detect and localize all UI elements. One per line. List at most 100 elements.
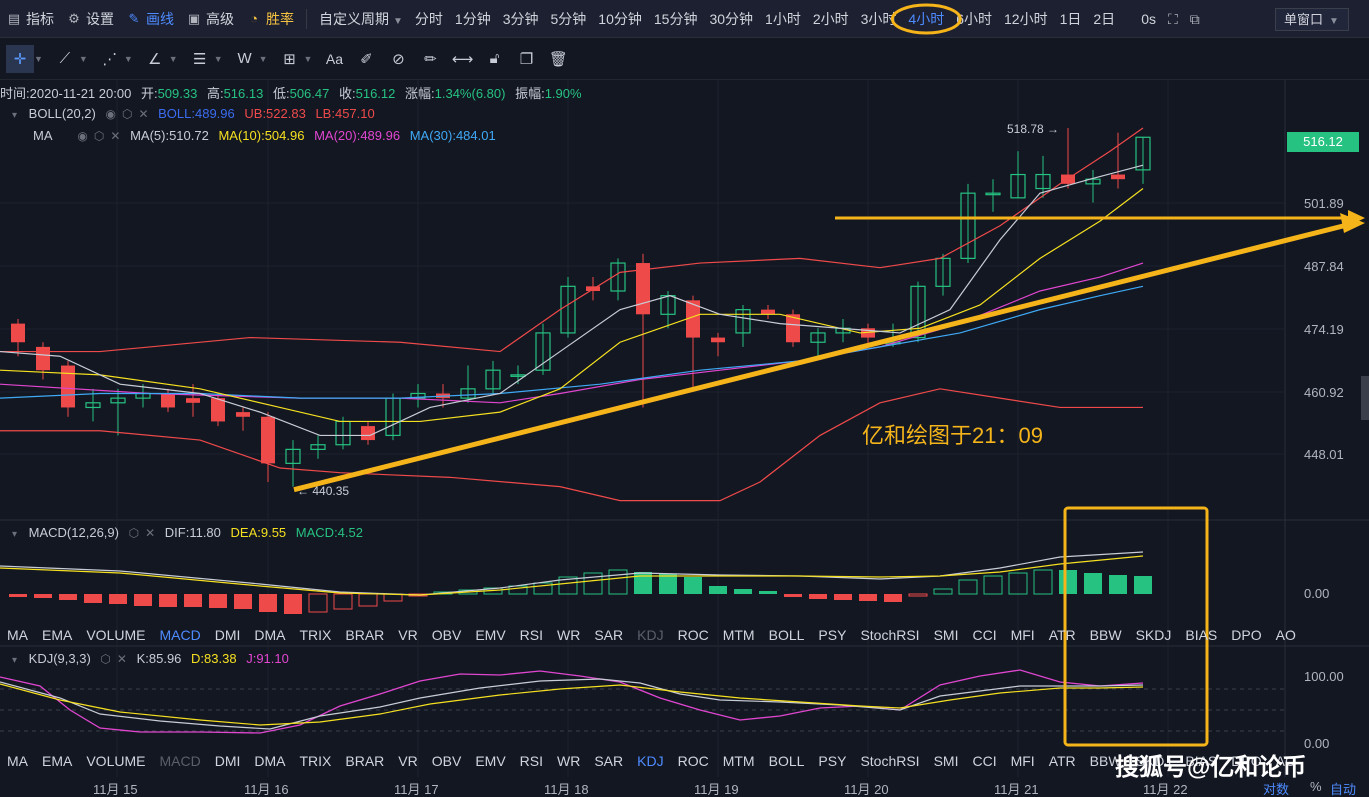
- tab-wr[interactable]: WR: [550, 627, 587, 643]
- wave-tool-icon[interactable]: W: [231, 45, 259, 73]
- tab-mfi[interactable]: MFI: [1004, 627, 1042, 643]
- indicators-button[interactable]: ▤ 指标: [0, 0, 60, 38]
- trash-icon[interactable]: 🗑︎: [544, 45, 572, 73]
- period-6[interactable]: 30分钟: [703, 0, 759, 38]
- tab-dpo[interactable]: DPO: [1224, 627, 1268, 643]
- close-icon[interactable]: ✕: [138, 107, 148, 121]
- period-11[interactable]: 6小时: [950, 0, 998, 38]
- tab-vr[interactable]: VR: [391, 627, 424, 643]
- tab-roc[interactable]: ROC: [671, 627, 716, 643]
- chevron-down-icon[interactable]: ▾: [12, 529, 17, 540]
- tab-stochrsi[interactable]: StochRSI: [853, 627, 926, 643]
- tab-cci[interactable]: CCI: [965, 753, 1003, 769]
- macd-name[interactable]: MACD(12,26,9): [29, 525, 119, 540]
- close-icon[interactable]: ✕: [110, 129, 120, 143]
- tab-sar[interactable]: SAR: [587, 627, 630, 643]
- chevron-down-icon[interactable]: ▼: [34, 54, 43, 64]
- tab-wr[interactable]: WR: [550, 753, 587, 769]
- brush-tool-icon[interactable]: ✐: [352, 45, 380, 73]
- chevron-down-icon[interactable]: ▼: [124, 54, 133, 64]
- chart-area[interactable]: 时间:2020-11-21 20:00 开:509.33 高:516.13 低:…: [0, 80, 1369, 797]
- tab-volume[interactable]: VOLUME: [79, 753, 152, 769]
- measure-tool-icon[interactable]: ⟷: [448, 45, 476, 73]
- gear-icon[interactable]: ⬡: [122, 107, 132, 121]
- tab-sar[interactable]: SAR: [587, 753, 630, 769]
- tab-dma[interactable]: DMA: [247, 627, 292, 643]
- tab-psy[interactable]: PSY: [811, 753, 853, 769]
- tab-macd[interactable]: MACD: [152, 753, 207, 769]
- popout-icon[interactable]: ⧉: [1184, 0, 1206, 38]
- tab-trix[interactable]: TRIX: [293, 627, 339, 643]
- winrate-button[interactable]: ◔ 胜率: [240, 0, 300, 38]
- tab-brar[interactable]: BRAR: [338, 627, 391, 643]
- period-12[interactable]: 12小时: [998, 0, 1054, 38]
- period-14[interactable]: 2日: [1087, 0, 1121, 38]
- tab-emv[interactable]: EMV: [468, 627, 512, 643]
- period-9[interactable]: 3小时: [855, 0, 903, 38]
- close-icon[interactable]: ✕: [145, 526, 155, 540]
- period-0[interactable]: 分时: [409, 0, 449, 38]
- text-tool-icon[interactable]: Aa: [320, 45, 348, 73]
- tab-mtm[interactable]: MTM: [716, 627, 762, 643]
- tab-dmi[interactable]: DMI: [208, 753, 248, 769]
- crosshair-tool-icon[interactable]: ✛: [6, 44, 34, 73]
- tab-rsi[interactable]: RSI: [513, 627, 550, 643]
- close-icon[interactable]: ✕: [117, 652, 127, 666]
- tab-atr[interactable]: ATR: [1042, 627, 1083, 643]
- advanced-button[interactable]: ▣ 高级: [180, 0, 240, 38]
- boll-name[interactable]: BOLL(20,2): [29, 106, 96, 121]
- draw-button[interactable]: ✎ 画线: [120, 0, 180, 38]
- tab-kdj[interactable]: KDJ: [630, 753, 670, 769]
- tab-emv[interactable]: EMV: [468, 753, 512, 769]
- period-8[interactable]: 2小时: [807, 0, 855, 38]
- ruler-tool-icon[interactable]: ✏: [416, 45, 444, 73]
- tab-brar[interactable]: BRAR: [338, 753, 391, 769]
- tab-roc[interactable]: ROC: [671, 753, 716, 769]
- tab-volume[interactable]: VOLUME: [79, 627, 152, 643]
- period-1[interactable]: 1分钟: [449, 0, 497, 38]
- rectangle-tool-icon[interactable]: ⊞: [276, 45, 304, 73]
- angle-tool-icon[interactable]: ∠: [141, 45, 169, 73]
- tab-smi[interactable]: SMI: [927, 627, 966, 643]
- period-3[interactable]: 5分钟: [545, 0, 593, 38]
- tab-bbw[interactable]: BBW: [1083, 627, 1129, 643]
- chevron-down-icon[interactable]: ▼: [79, 54, 88, 64]
- chevron-down-icon[interactable]: ▾: [12, 655, 17, 666]
- tab-dma[interactable]: DMA: [247, 753, 292, 769]
- chevron-down-icon[interactable]: ▼: [304, 54, 313, 64]
- tab-obv[interactable]: OBV: [425, 627, 469, 643]
- gear-icon[interactable]: ⬡: [129, 526, 139, 540]
- trendline-tool-icon[interactable]: ⟋: [51, 45, 79, 73]
- period-4[interactable]: 10分钟: [592, 0, 648, 38]
- tab-trix[interactable]: TRIX: [293, 753, 339, 769]
- settings-button[interactable]: ⚙ 设置: [60, 0, 120, 38]
- drawing-annotation[interactable]: 亿和绘图于21：09: [862, 418, 1043, 450]
- tab-ma[interactable]: MA: [0, 627, 35, 643]
- tab-ao[interactable]: AO: [1269, 627, 1303, 643]
- tab-obv[interactable]: OBV: [425, 753, 469, 769]
- ma-name[interactable]: MA: [33, 128, 52, 143]
- tab-stochrsi[interactable]: StochRSI: [853, 753, 926, 769]
- gear-icon[interactable]: ⬡: [100, 652, 110, 666]
- tab-smi[interactable]: SMI: [927, 753, 966, 769]
- fullscreen-icon[interactable]: ⛶: [1162, 0, 1184, 38]
- window-mode-select[interactable]: 单窗口 ▼: [1275, 8, 1349, 31]
- tab-macd[interactable]: MACD: [152, 627, 207, 643]
- tab-boll[interactable]: BOLL: [762, 627, 812, 643]
- custom-period-dropdown[interactable]: 自定义周期 ▼: [313, 0, 409, 38]
- tab-rsi[interactable]: RSI: [513, 753, 550, 769]
- chevron-down-icon[interactable]: ▾: [12, 110, 17, 121]
- auto-scale-toggle[interactable]: 自动: [1330, 779, 1356, 797]
- period-10[interactable]: 4小时: [902, 0, 950, 38]
- period-5[interactable]: 15分钟: [648, 0, 704, 38]
- percent-scale-toggle[interactable]: %: [1310, 779, 1322, 794]
- tab-vr[interactable]: VR: [391, 753, 424, 769]
- lock-tool-icon[interactable]: 🔓︎: [480, 45, 508, 73]
- tab-ema[interactable]: EMA: [35, 627, 79, 643]
- eye-icon[interactable]: ◉: [77, 129, 87, 143]
- chevron-down-icon[interactable]: ▼: [214, 54, 223, 64]
- tab-dmi[interactable]: DMI: [208, 627, 248, 643]
- chevron-down-icon[interactable]: ▼: [169, 54, 178, 64]
- tab-mtm[interactable]: MTM: [716, 753, 762, 769]
- eye-icon[interactable]: ◉: [105, 107, 115, 121]
